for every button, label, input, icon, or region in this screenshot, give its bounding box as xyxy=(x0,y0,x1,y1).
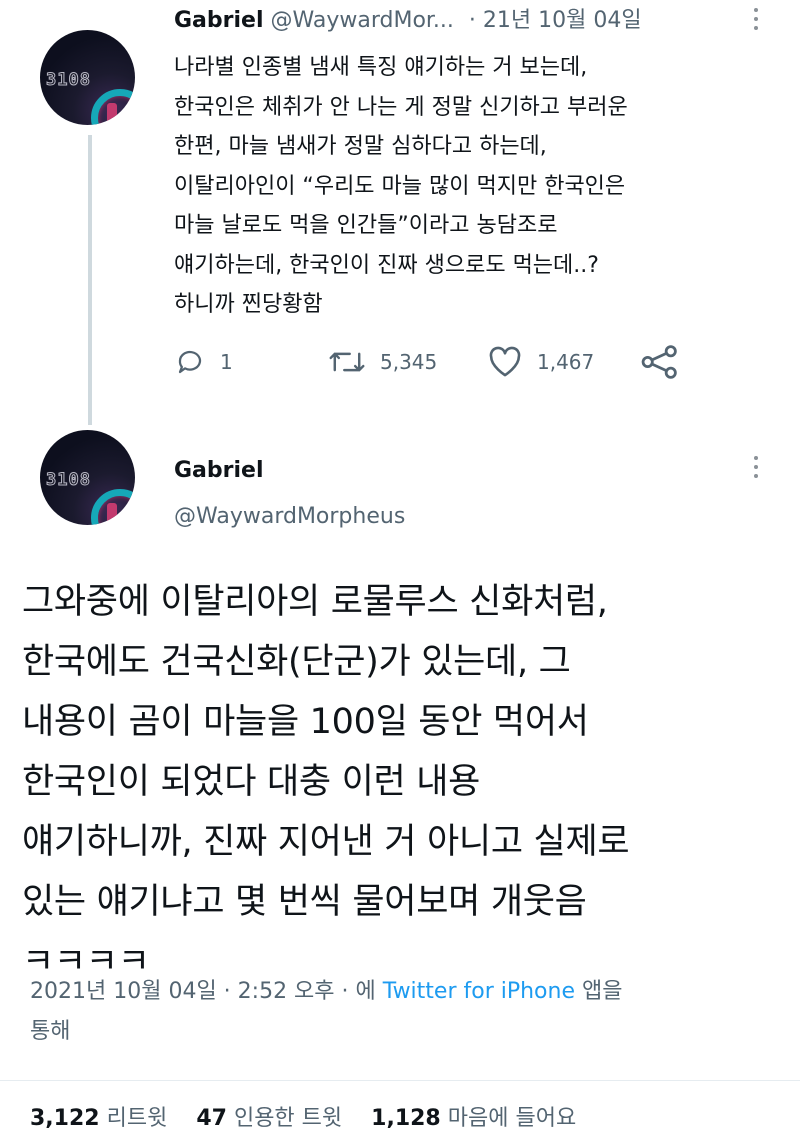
avatar-bar-art xyxy=(107,103,117,125)
likes-label: 마음에 들어요 xyxy=(447,1106,577,1131)
separator-dot: · xyxy=(468,8,476,33)
more-options-icon[interactable] xyxy=(752,8,760,42)
avatar-bar-art xyxy=(107,503,117,525)
share-icon xyxy=(641,345,677,379)
engagement-stats: 3,122 리트윗 47 인용한 트윗 1,128 마음에 들어요 xyxy=(30,1100,576,1132)
like-button[interactable]: 1,467 xyxy=(487,344,594,380)
heart-icon xyxy=(489,346,521,377)
quotes-label: 인용한 트윗 xyxy=(233,1106,343,1131)
divider xyxy=(0,1080,800,1081)
reply-button[interactable]: 1 xyxy=(174,344,233,380)
display-name[interactable]: Gabriel xyxy=(174,454,264,488)
reply-count: 1 xyxy=(220,350,233,374)
avatar-label: 3108 xyxy=(46,470,91,491)
tweet-text: 그와중에 이탈리아의 로물루스 신화처럼, 한국에도 건국신화(단군)가 있는데… xyxy=(22,582,630,982)
avatar[interactable]: 3108 xyxy=(40,30,135,125)
avatar[interactable]: 3108 xyxy=(40,430,135,525)
source-link[interactable]: Twitter for iPhone xyxy=(383,979,575,1004)
retweets-count: 3,122 xyxy=(30,1106,100,1131)
quotes-stat[interactable]: 47 인용한 트윗 xyxy=(196,1106,342,1131)
thread-connector-line xyxy=(88,135,92,425)
tweet-date[interactable]: 21년 10월 04일 xyxy=(483,8,642,33)
avatar-label: 3108 xyxy=(46,70,91,91)
retweet-count: 5,345 xyxy=(380,350,438,374)
retweet-button[interactable]: 5,345 xyxy=(328,344,437,380)
retweets-stat[interactable]: 3,122 리트윗 xyxy=(30,1106,167,1131)
display-name[interactable]: Gabriel xyxy=(174,8,264,33)
like-count: 1,467 xyxy=(537,350,595,374)
share-button[interactable] xyxy=(640,344,694,380)
likes-count: 1,128 xyxy=(371,1106,441,1131)
handle[interactable]: @WaywardMor... xyxy=(271,8,454,33)
tweet-text: 나라별 인종별 냄새 특징 얘기하는 거 보는데, 한국인은 체취가 안 나는 … xyxy=(174,55,628,317)
source-suffix: 앱을 xyxy=(582,979,623,1004)
retweets-label: 리트윗 xyxy=(106,1106,168,1131)
handle[interactable]: @WaywardMorpheus xyxy=(174,500,405,534)
more-options-icon[interactable] xyxy=(752,456,760,490)
tweet-timestamp[interactable]: 2021년 10월 04일 · 2:52 오후 · 에 xyxy=(30,979,376,1004)
likes-stat[interactable]: 1,128 마음에 들어요 xyxy=(371,1106,576,1131)
quotes-count: 47 xyxy=(196,1106,227,1131)
reply-icon xyxy=(178,350,202,374)
tweet-meta: 2021년 10월 04일 · 2:52 오후 · 에 Twitter for … xyxy=(30,972,770,1052)
tweet-header: Gabriel @WaywardMor... · 21년 10월 04일 xyxy=(174,4,642,38)
source-suffix-2: 통해 xyxy=(30,1019,71,1044)
retweet-icon xyxy=(329,352,365,372)
